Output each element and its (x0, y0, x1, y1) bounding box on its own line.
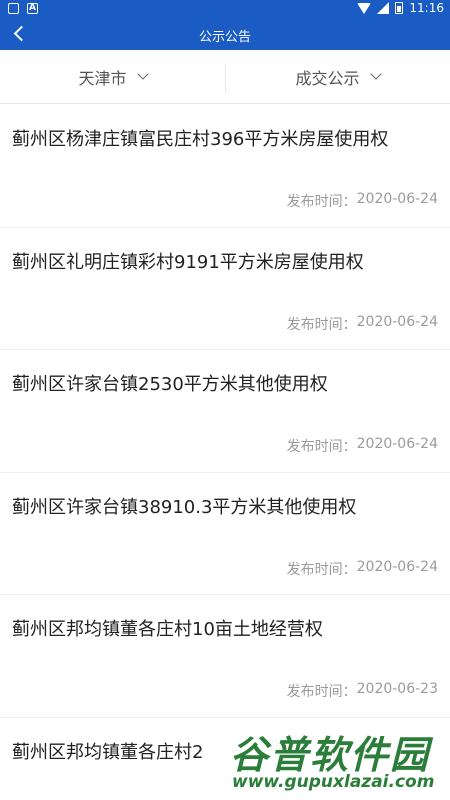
list-item[interactable]: 蓟州区杨津庄镇富民庄村396平方米房屋使用权 发布时间： 2020-06-24 (0, 105, 450, 228)
list-item-date: 发布时间： 2020-06-24 (287, 559, 438, 579)
list-item-title: 蓟州区杨津庄镇富民庄村396平方米房屋使用权 (12, 129, 389, 150)
list-item-date: 发布时间： 2020-06-23 (287, 681, 438, 701)
a-icon: A (27, 3, 38, 14)
date-label: 发布时间： (286, 561, 357, 578)
date-label: 发布时间： (286, 194, 357, 210)
filter-region-label: 天津市 (78, 68, 127, 88)
image-icon (8, 3, 19, 14)
status-time: 11:16 (409, 1, 444, 15)
page-title: 公示公告 (198, 30, 251, 45)
chevron-down-icon (369, 68, 382, 80)
list-item[interactable]: 蓟州区邦均镇董各庄村10亩土地经营权 发布时间： 2020-06-23 (0, 595, 450, 718)
battery-icon (395, 2, 404, 14)
date-value: 2020-06-24 (356, 558, 438, 575)
list-item-title: 蓟州区邦均镇董各庄村10亩土地经营权 (12, 619, 323, 640)
list-item-date: 发布时间： 2020-06-24 (287, 436, 438, 456)
list-item[interactable]: 蓟州区许家台镇38910.3平方米其他使用权 发布时间： 2020-06-24 (0, 472, 450, 595)
watermark-title: 谷普软件园 (230, 733, 431, 777)
list-item-date: 发布时间： 2020-06-24 (287, 191, 438, 211)
watermark-logo: 谷普软件园 www.gupuxlazai.com (222, 718, 450, 800)
list-item[interactable]: 蓟州区礼明庄镇彩村9191平方米房屋使用权 发布时间： 2020-06-24 (0, 227, 450, 350)
wifi-icon (357, 2, 372, 14)
date-label: 发布时间： (286, 684, 357, 700)
signal-icon (377, 2, 390, 14)
app-header: 公示公告 (0, 18, 450, 50)
date-label: 发布时间： (286, 439, 357, 455)
list-item-title: 蓟州区许家台镇38910.3平方米其他使用权 (12, 496, 357, 518)
date-value: 2020-06-24 (356, 436, 438, 452)
list-item-title: 蓟州区许家台镇2530平方米其他使用权 (12, 374, 328, 395)
date-value: 2020-06-24 (356, 313, 438, 330)
chevron-down-icon (136, 68, 149, 80)
watermark-url: www.gupuxlazai.com (232, 772, 435, 792)
filter-type-label: 成交公示 (295, 68, 360, 88)
list-item-title: 蓟州区礼明庄镇彩村9191平方米房屋使用权 (12, 251, 364, 273)
filter-bar: 天津市 成交公示 (0, 50, 450, 104)
status-bar: A 11:16 (0, 0, 450, 18)
filter-region[interactable]: 天津市 (0, 50, 225, 103)
date-label: 发布时间： (286, 316, 357, 333)
filter-type[interactable]: 成交公示 (225, 50, 450, 103)
list-item[interactable]: 蓟州区许家台镇2530平方米其他使用权 发布时间： 2020-06-24 (0, 350, 450, 473)
date-value: 2020-06-24 (356, 191, 438, 207)
list-item-date: 发布时间： 2020-06-24 (287, 314, 438, 334)
announcement-list: 蓟州区杨津庄镇富民庄村396平方米房屋使用权 发布时间： 2020-06-24 蓟… (0, 105, 450, 800)
date-value: 2020-06-23 (356, 681, 438, 697)
